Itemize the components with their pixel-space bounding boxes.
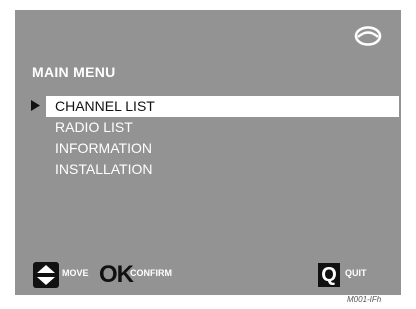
triangle-pointer-icon <box>31 100 40 111</box>
eye-logo-icon <box>354 26 382 46</box>
menu-item-channel-list[interactable]: CHANNEL LIST <box>46 96 399 117</box>
figure: MAIN MENU CHANNEL LIST RADIO LIST INFORM… <box>0 0 416 309</box>
menu-item-information[interactable]: INFORMATION <box>46 138 399 159</box>
figure-code: M001-IFh <box>347 295 382 304</box>
main-menu-list: CHANNEL LIST RADIO LIST INFORMATION INST… <box>46 96 399 180</box>
ok-key-icon: OK <box>99 261 134 288</box>
page-title: MAIN MENU <box>32 64 116 80</box>
move-label: MOVE <box>62 268 89 278</box>
quit-label: QUIT <box>345 268 367 278</box>
q-key-icon: Q <box>318 263 340 287</box>
confirm-label: CONFIRM <box>130 268 172 278</box>
menu-item-radio-list[interactable]: RADIO LIST <box>46 117 399 138</box>
up-down-arrows-icon <box>33 262 59 288</box>
menu-item-installation[interactable]: INSTALLATION <box>46 159 399 180</box>
